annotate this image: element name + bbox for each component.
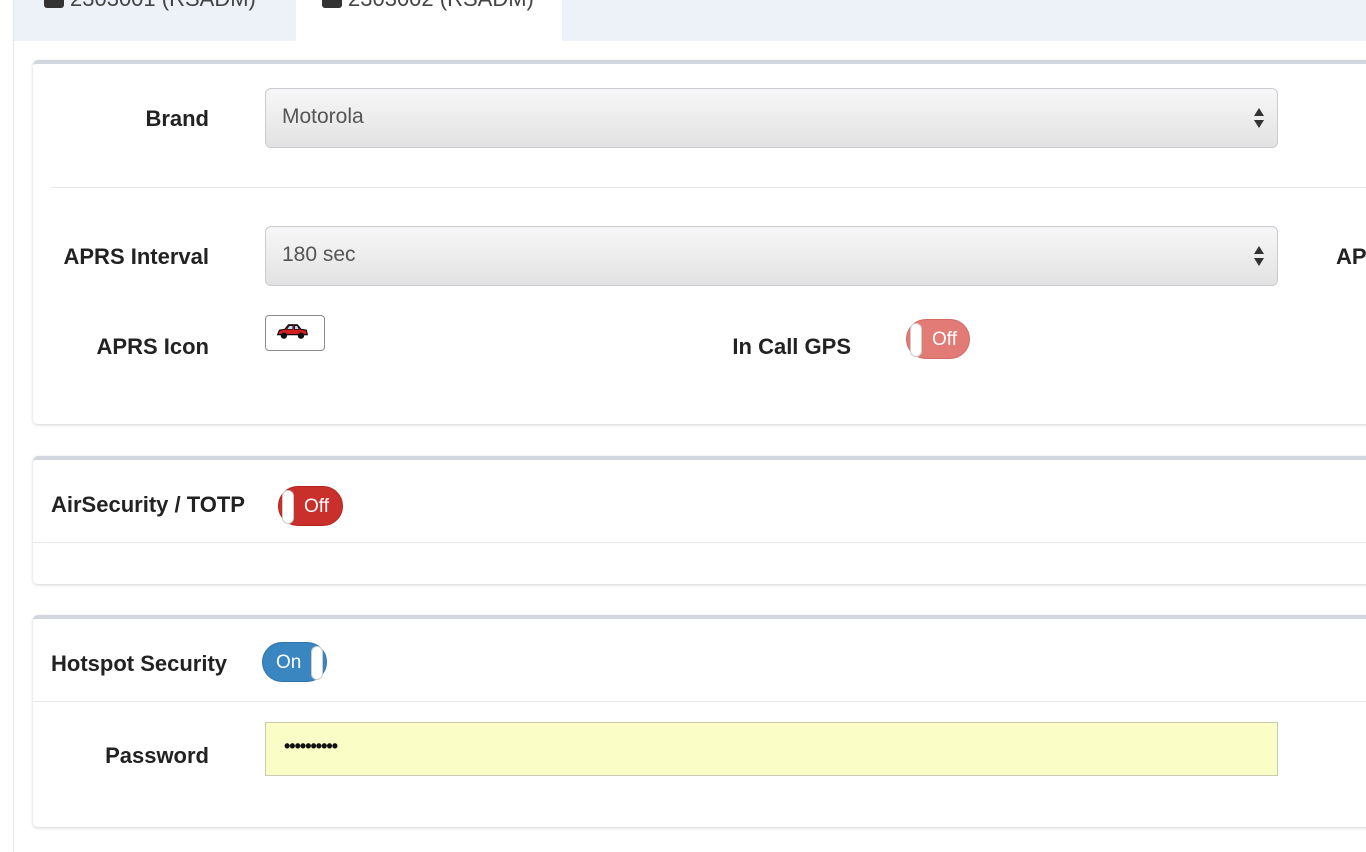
- toggle-state: Off: [304, 496, 329, 517]
- in-call-gps-label: In Call GPS: [732, 334, 851, 359]
- left-border: [13, 0, 14, 852]
- hotspot-security-label: Hotspot Security: [51, 651, 228, 676]
- brand-value: Motorola: [282, 105, 364, 128]
- toggle-state: On: [276, 652, 302, 673]
- password-input[interactable]: ••••••••••: [265, 722, 1278, 776]
- radio-settings-panel: Brand Motorola APRS Interval 180 sec AP …: [33, 60, 1366, 424]
- aprs-icon-picker[interactable]: [265, 315, 325, 351]
- tab-2303001[interactable]: 2303001 (RSADM): [14, 0, 296, 41]
- radio-icon: [44, 0, 64, 8]
- tab-label: 2303002 (RSADM): [348, 0, 534, 12]
- air-security-label: AirSecurity / TOTP: [51, 492, 245, 517]
- aprs-icon-label: APRS Icon: [96, 334, 209, 359]
- toggle-knob: [311, 646, 323, 680]
- tab-2303002[interactable]: 2303002 (RSADM): [296, 0, 562, 41]
- in-call-gps-toggle[interactable]: Off: [906, 319, 970, 359]
- aprs-interval-label: APRS Interval: [63, 244, 210, 269]
- air-security-toggle[interactable]: Off: [278, 486, 343, 526]
- aprs-interval-value: 180 sec: [282, 243, 356, 266]
- radio-icon: [322, 0, 342, 8]
- select-arrows-icon: [1254, 108, 1264, 128]
- section-divider: [51, 187, 1366, 188]
- toggle-knob: [282, 490, 294, 524]
- air-security-panel: AirSecurity / TOTP Off: [33, 456, 1366, 584]
- password-label: Password: [105, 743, 209, 768]
- aprs-cut-label: AP: [1336, 244, 1366, 269]
- section-divider: [33, 542, 1366, 543]
- toggle-knob: [910, 323, 922, 357]
- hotspot-security-toggle[interactable]: On: [262, 642, 327, 682]
- toggle-state: Off: [932, 329, 957, 350]
- car-icon: [276, 324, 308, 339]
- tab-label: 2303001 (RSADM): [70, 0, 256, 12]
- section-divider: [33, 701, 1366, 702]
- hotspot-security-panel: Hotspot Security On Password ••••••••••: [33, 615, 1366, 827]
- brand-label: Brand: [145, 106, 209, 131]
- select-arrows-icon: [1254, 246, 1264, 266]
- aprs-interval-select[interactable]: 180 sec: [265, 226, 1278, 286]
- password-value: ••••••••••: [284, 736, 338, 756]
- brand-select[interactable]: Motorola: [265, 88, 1278, 148]
